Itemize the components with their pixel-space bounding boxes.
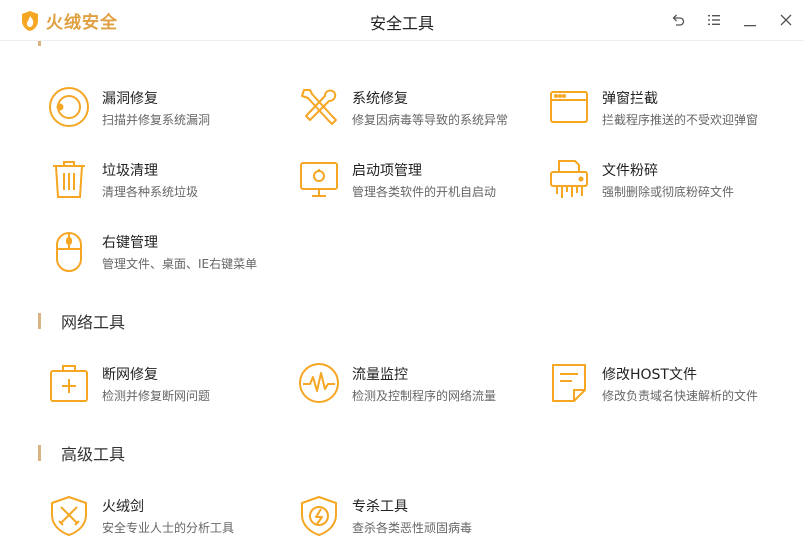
close-icon [780, 14, 792, 26]
tools-content[interactable]: 漏洞修复 扫描并修复系统漏洞 系统修复 修复因病毒等导致的系统异常 弹窗拦截 拦… [0, 40, 804, 536]
undo-icon [672, 14, 685, 26]
back-button[interactable] [660, 0, 696, 40]
tool-name: 弹窗拦截 [602, 91, 658, 107]
vulnerability-icon [48, 86, 90, 128]
tool-desc: 查杀各类恶性顽固病毒 [352, 521, 473, 535]
tool-desc: 修复因病毒等导致的系统异常 [352, 113, 509, 127]
tool-desc: 扫描并修复系统漏洞 [102, 113, 211, 127]
brand-name: 火绒安全 [46, 13, 118, 33]
tool-system-repair[interactable]: 系统修复 修复因病毒等导致的系统异常 [298, 84, 538, 130]
minimize-icon [744, 25, 756, 27]
tool-desc: 管理文件、桌面、IE右键菜单 [102, 257, 258, 271]
tool-traffic-monitor[interactable]: 流量监控 检测及控制程序的网络流量 [298, 360, 538, 406]
tool-junk-clean[interactable]: 垃圾清理 清理各种系统垃圾 [48, 156, 288, 202]
window-controls [660, 0, 804, 40]
list-icon [708, 15, 720, 25]
tool-desc: 检测并修复断网问题 [102, 389, 211, 403]
tool-file-shredder[interactable]: 文件粉碎 强制删除或彻底粉碎文件 [548, 156, 788, 202]
tool-startup-manager[interactable]: 启动项管理 管理各类软件的开机自启动 [298, 156, 538, 202]
tool-desc: 清理各种系统垃圾 [102, 185, 199, 199]
close-button[interactable] [768, 0, 804, 40]
tool-desc: 修改负责域名快速解析的文件 [602, 389, 759, 403]
tool-vulnerability-fix[interactable]: 漏洞修复 扫描并修复系统漏洞 [48, 84, 288, 130]
first-aid-kit-icon [48, 362, 90, 404]
minimize-button[interactable] [732, 0, 768, 40]
huorong-flame-icon [22, 10, 38, 31]
tool-name: 启动项管理 [352, 163, 422, 179]
menu-button[interactable] [696, 0, 732, 40]
tool-name: 流量监控 [352, 367, 408, 383]
section-title: 网络工具 [61, 313, 126, 332]
tool-desc: 安全专业人士的分析工具 [102, 521, 235, 535]
section-heading-bar [38, 313, 41, 329]
tool-virus-killer[interactable]: 专杀工具 查杀各类恶性顽固病毒 [298, 492, 538, 536]
section-title: 高级工具 [61, 445, 126, 464]
tool-popup-block[interactable]: 弹窗拦截 拦截程序推送的不受欢迎弹窗 [548, 84, 788, 130]
tool-desc: 管理各类软件的开机自启动 [352, 185, 497, 199]
tool-name: 系统修复 [352, 91, 408, 107]
tool-name: 右键管理 [102, 235, 158, 251]
virus-kill-shield-icon [298, 494, 340, 536]
section-heading-bar [38, 445, 41, 461]
tool-host-file[interactable]: 修改HOST文件 修改负责域名快速解析的文件 [548, 360, 788, 406]
tool-name: 垃圾清理 [102, 163, 158, 179]
sword-shield-icon [48, 494, 90, 536]
tool-network-repair[interactable]: 断网修复 检测并修复断网问题 [48, 360, 288, 406]
monitor-startup-icon [298, 158, 340, 200]
section-heading-network: 网络工具 [38, 311, 126, 332]
wrench-screwdriver-icon [298, 86, 340, 128]
brand-logo: 火绒安全 [20, 8, 118, 33]
tool-name: 专杀工具 [352, 499, 408, 515]
section-heading-advanced: 高级工具 [38, 443, 126, 464]
title-bar: 火绒安全 安全工具 [0, 0, 804, 41]
tool-name: 断网修复 [102, 367, 158, 383]
popup-window-icon [548, 86, 590, 128]
traffic-monitor-icon [298, 362, 340, 404]
trash-icon [48, 158, 90, 200]
tool-huorong-sword[interactable]: 火绒剑 安全专业人士的分析工具 [48, 492, 288, 536]
tool-name: 文件粉碎 [602, 163, 658, 179]
tool-desc: 强制删除或彻底粉碎文件 [602, 185, 735, 199]
tool-desc: 检测及控制程序的网络流量 [352, 389, 497, 403]
shredder-icon [548, 158, 590, 200]
tool-context-menu[interactable]: 右键管理 管理文件、桌面、IE右键菜单 [48, 228, 288, 274]
tool-name: 修改HOST文件 [602, 367, 697, 383]
tool-name: 漏洞修复 [102, 91, 158, 107]
tool-desc: 拦截程序推送的不受欢迎弹窗 [602, 113, 759, 127]
tool-name: 火绒剑 [102, 499, 144, 515]
mouse-icon [48, 230, 90, 272]
host-file-icon [548, 362, 590, 404]
